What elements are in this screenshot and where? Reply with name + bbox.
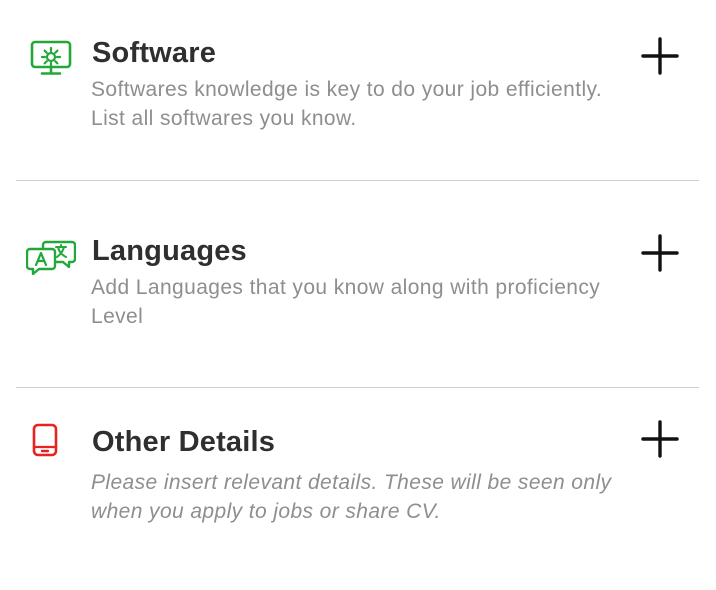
section-description: Softwares knowledge is key to do your jo…: [91, 78, 603, 130]
section-title: Other Details: [92, 426, 276, 458]
section-divider: [16, 180, 699, 181]
section-title: Software: [92, 37, 217, 69]
section-description: Please insert relevant details. These wi…: [91, 471, 612, 523]
section-description: Add Languages that you know along with p…: [91, 276, 601, 328]
software-section[interactable]: Software Softwares knowledge is key to d…: [0, 0, 716, 180]
plus-icon[interactable]: [638, 231, 682, 275]
section-divider: [16, 387, 699, 388]
monitor-gear-icon: [30, 40, 72, 75]
plus-icon[interactable]: [638, 34, 682, 78]
section-title: Languages: [92, 235, 247, 267]
other-details-section[interactable]: Other Details Please insert relevant det…: [0, 389, 716, 589]
mobile-phone-icon: [32, 423, 58, 457]
translate-bubbles-icon: [26, 240, 76, 275]
languages-section[interactable]: Languages Add Languages that you know al…: [0, 182, 716, 387]
plus-icon[interactable]: [638, 417, 682, 461]
